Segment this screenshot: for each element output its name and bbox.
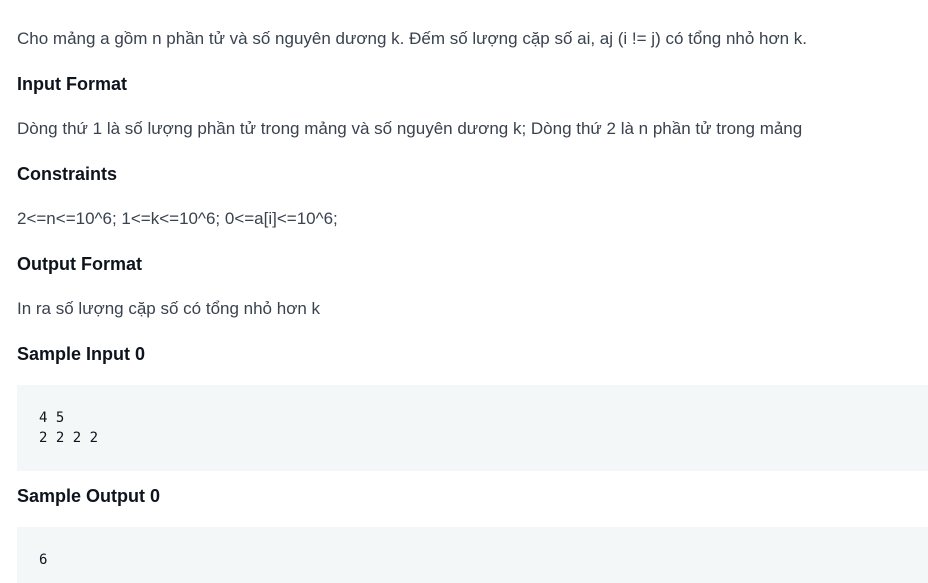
constraints-text: 2<=n<=10^6; 1<=k<=10^6; 0<=a[i]<=10^6; — [17, 209, 338, 228]
sample-input-heading: Sample Input 0 — [17, 344, 146, 364]
output-format-heading: Output Format — [17, 254, 142, 274]
sample-output-code[interactable]: 6 — [39, 550, 928, 570]
output-format-text: In ra số lượng cặp số có tổng nhỏ hơn k — [17, 299, 321, 318]
input-format-text: Dòng thứ 1 là số lượng phần tử trong mản… — [17, 119, 803, 138]
sample-output-codebox[interactable]: 6 — [17, 527, 928, 583]
constraints-heading: Constraints — [17, 164, 118, 184]
problem-description: Cho mảng a gồm n phần tử và số nguyên dư… — [17, 29, 808, 48]
input-format-heading: Input Format — [17, 74, 127, 94]
sample-input-code[interactable]: 4 5 2 2 2 2 — [39, 408, 928, 448]
sample-input-codebox[interactable]: 4 5 2 2 2 2 — [17, 385, 928, 471]
problem-statement: Cho mảng a gồm n phần tử và số nguyên dư… — [0, 0, 928, 583]
sample-output-heading: Sample Output 0 — [17, 486, 161, 506]
